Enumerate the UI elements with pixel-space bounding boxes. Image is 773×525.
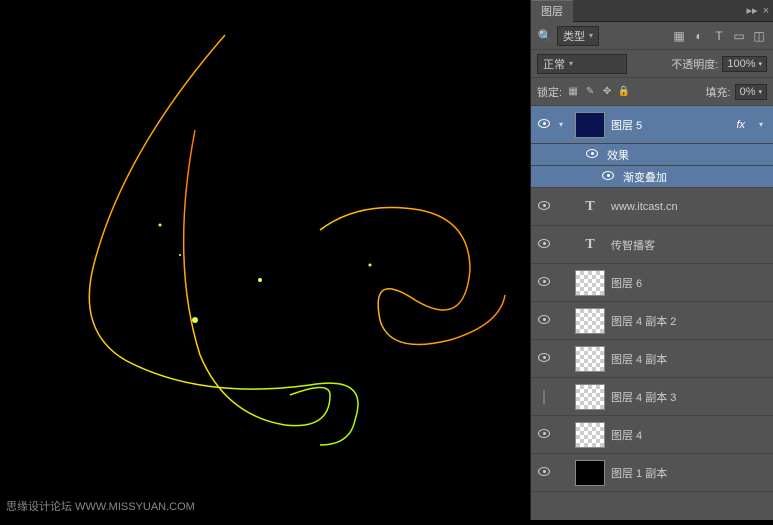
- eye-icon: [538, 277, 550, 286]
- layer-name[interactable]: 图层 5: [611, 117, 642, 133]
- filter-adjust-icon[interactable]: ◐: [691, 28, 707, 44]
- eye-icon: [538, 429, 550, 438]
- layer-name[interactable]: 图层 4 副本 2: [611, 313, 676, 329]
- eye-icon: [538, 119, 550, 128]
- opacity-value: 100%: [727, 58, 755, 70]
- watermark: 思缘设计论坛 WWW.MISSYUAN.COM: [6, 498, 195, 514]
- layer-row[interactable]: 图层 4: [531, 416, 773, 454]
- layer-name[interactable]: 图层 4: [611, 427, 642, 443]
- collapse-icon[interactable]: ▸▸: [745, 4, 759, 17]
- layer-name[interactable]: 传智播客: [611, 237, 655, 253]
- fill-label: 填充:: [706, 84, 731, 100]
- layer-thumbnail[interactable]: [575, 346, 605, 372]
- layers-panel: 图层 ▸▸ × 🔍 类型 ▾ ▦ ◐ T ▭ ◫ 正常 ▾ 不透明度: 100%…: [530, 0, 773, 520]
- layer-thumbnail[interactable]: [575, 308, 605, 334]
- layer-name[interactable]: www.itcast.cn: [611, 201, 678, 213]
- filter-text-icon[interactable]: T: [711, 28, 727, 44]
- opacity-input[interactable]: 100% ▾: [722, 56, 767, 72]
- eye-icon: [538, 201, 550, 210]
- layer-row[interactable]: 图层 4 副本 3: [531, 378, 773, 416]
- visibility-toggle[interactable]: [535, 119, 553, 131]
- fill-input[interactable]: 0% ▾: [735, 84, 767, 100]
- fill-value: 0%: [740, 86, 756, 98]
- eye-icon: [602, 171, 614, 180]
- layer-name[interactable]: 图层 4 副本 3: [611, 389, 676, 405]
- layer-thumbnail[interactable]: [575, 422, 605, 448]
- visibility-toggle[interactable]: [535, 467, 553, 479]
- layer-name[interactable]: 图层 6: [611, 275, 642, 291]
- fx-effects-row[interactable]: 效果: [531, 144, 773, 166]
- eye-icon: [538, 315, 550, 324]
- layers-list: ▾ 图层 5 fx ▾ 效果 渐变叠加 T www.itcast.cn T 传智…: [531, 106, 773, 520]
- visibility-toggle[interactable]: [535, 391, 553, 403]
- lock-label: 锁定:: [537, 84, 562, 100]
- layer-row[interactable]: 图层 4 副本: [531, 340, 773, 378]
- layer-row[interactable]: T www.itcast.cn: [531, 188, 773, 226]
- chevron-down-icon: ▾: [758, 60, 762, 68]
- filter-pixel-icon[interactable]: ▦: [671, 28, 687, 44]
- canvas-area[interactable]: 思缘设计论坛 WWW.MISSYUAN.COM: [0, 0, 530, 520]
- visibility-toggle[interactable]: [535, 201, 553, 213]
- layer-name[interactable]: 图层 4 副本: [611, 351, 667, 367]
- panel-tab-layers[interactable]: 图层: [531, 0, 573, 22]
- expand-icon[interactable]: ▾: [559, 120, 569, 129]
- eye-icon: [538, 353, 550, 362]
- visibility-toggle[interactable]: [535, 277, 553, 289]
- visibility-toggle[interactable]: [583, 149, 601, 161]
- opacity-label: 不透明度:: [671, 56, 718, 72]
- layer-row[interactable]: 图层 1 副本: [531, 454, 773, 492]
- layer-row[interactable]: ▾ 图层 5 fx ▾: [531, 106, 773, 144]
- layer-thumbnail[interactable]: [575, 460, 605, 486]
- lock-pixels-icon[interactable]: ✎: [583, 84, 597, 100]
- visibility-toggle[interactable]: [535, 239, 553, 251]
- blend-mode-label: 正常: [543, 56, 565, 72]
- filter-smart-icon[interactable]: ◫: [751, 28, 767, 44]
- lock-transparency-icon[interactable]: ▦: [566, 84, 580, 100]
- visibility-toggle[interactable]: [535, 429, 553, 441]
- fx-effects-label: 效果: [607, 147, 629, 163]
- chevron-down-icon: ▾: [758, 88, 762, 96]
- layer-thumbnail[interactable]: [575, 270, 605, 296]
- chevron-down-icon: ▾: [589, 31, 593, 40]
- layer-row[interactable]: 图层 6: [531, 264, 773, 302]
- visibility-toggle[interactable]: [535, 353, 553, 365]
- close-icon[interactable]: ×: [759, 5, 773, 17]
- fx-indicator[interactable]: fx: [736, 119, 753, 131]
- layer-name[interactable]: 图层 1 副本: [611, 465, 667, 481]
- fx-gradient-label: 渐变叠加: [623, 169, 667, 185]
- filter-type-dropdown[interactable]: 类型 ▾: [557, 26, 599, 46]
- layer-thumbnail[interactable]: [575, 384, 605, 410]
- layer-thumbnail[interactable]: [575, 112, 605, 138]
- eye-icon: [538, 239, 550, 248]
- filter-type-label: 类型: [563, 28, 585, 44]
- layer-row[interactable]: T 传智播客: [531, 226, 773, 264]
- fx-expand-icon[interactable]: ▾: [759, 120, 769, 129]
- eye-icon: [538, 467, 550, 476]
- text-layer-icon: T: [575, 232, 605, 258]
- eye-icon: [586, 149, 598, 158]
- layer-row[interactable]: 图层 4 副本 2: [531, 302, 773, 340]
- lock-position-icon[interactable]: ✥: [600, 84, 614, 100]
- fx-gradient-row[interactable]: 渐变叠加: [531, 166, 773, 188]
- visibility-toggle[interactable]: [535, 315, 553, 327]
- search-icon: 🔍: [537, 28, 553, 44]
- visibility-toggle[interactable]: [599, 171, 617, 183]
- hidden-icon: [543, 390, 545, 404]
- text-layer-icon: T: [575, 194, 605, 220]
- lock-all-icon[interactable]: 🔒: [617, 84, 631, 100]
- blend-mode-dropdown[interactable]: 正常 ▾: [537, 54, 627, 74]
- filter-shape-icon[interactable]: ▭: [731, 28, 747, 44]
- chevron-down-icon: ▾: [569, 59, 573, 68]
